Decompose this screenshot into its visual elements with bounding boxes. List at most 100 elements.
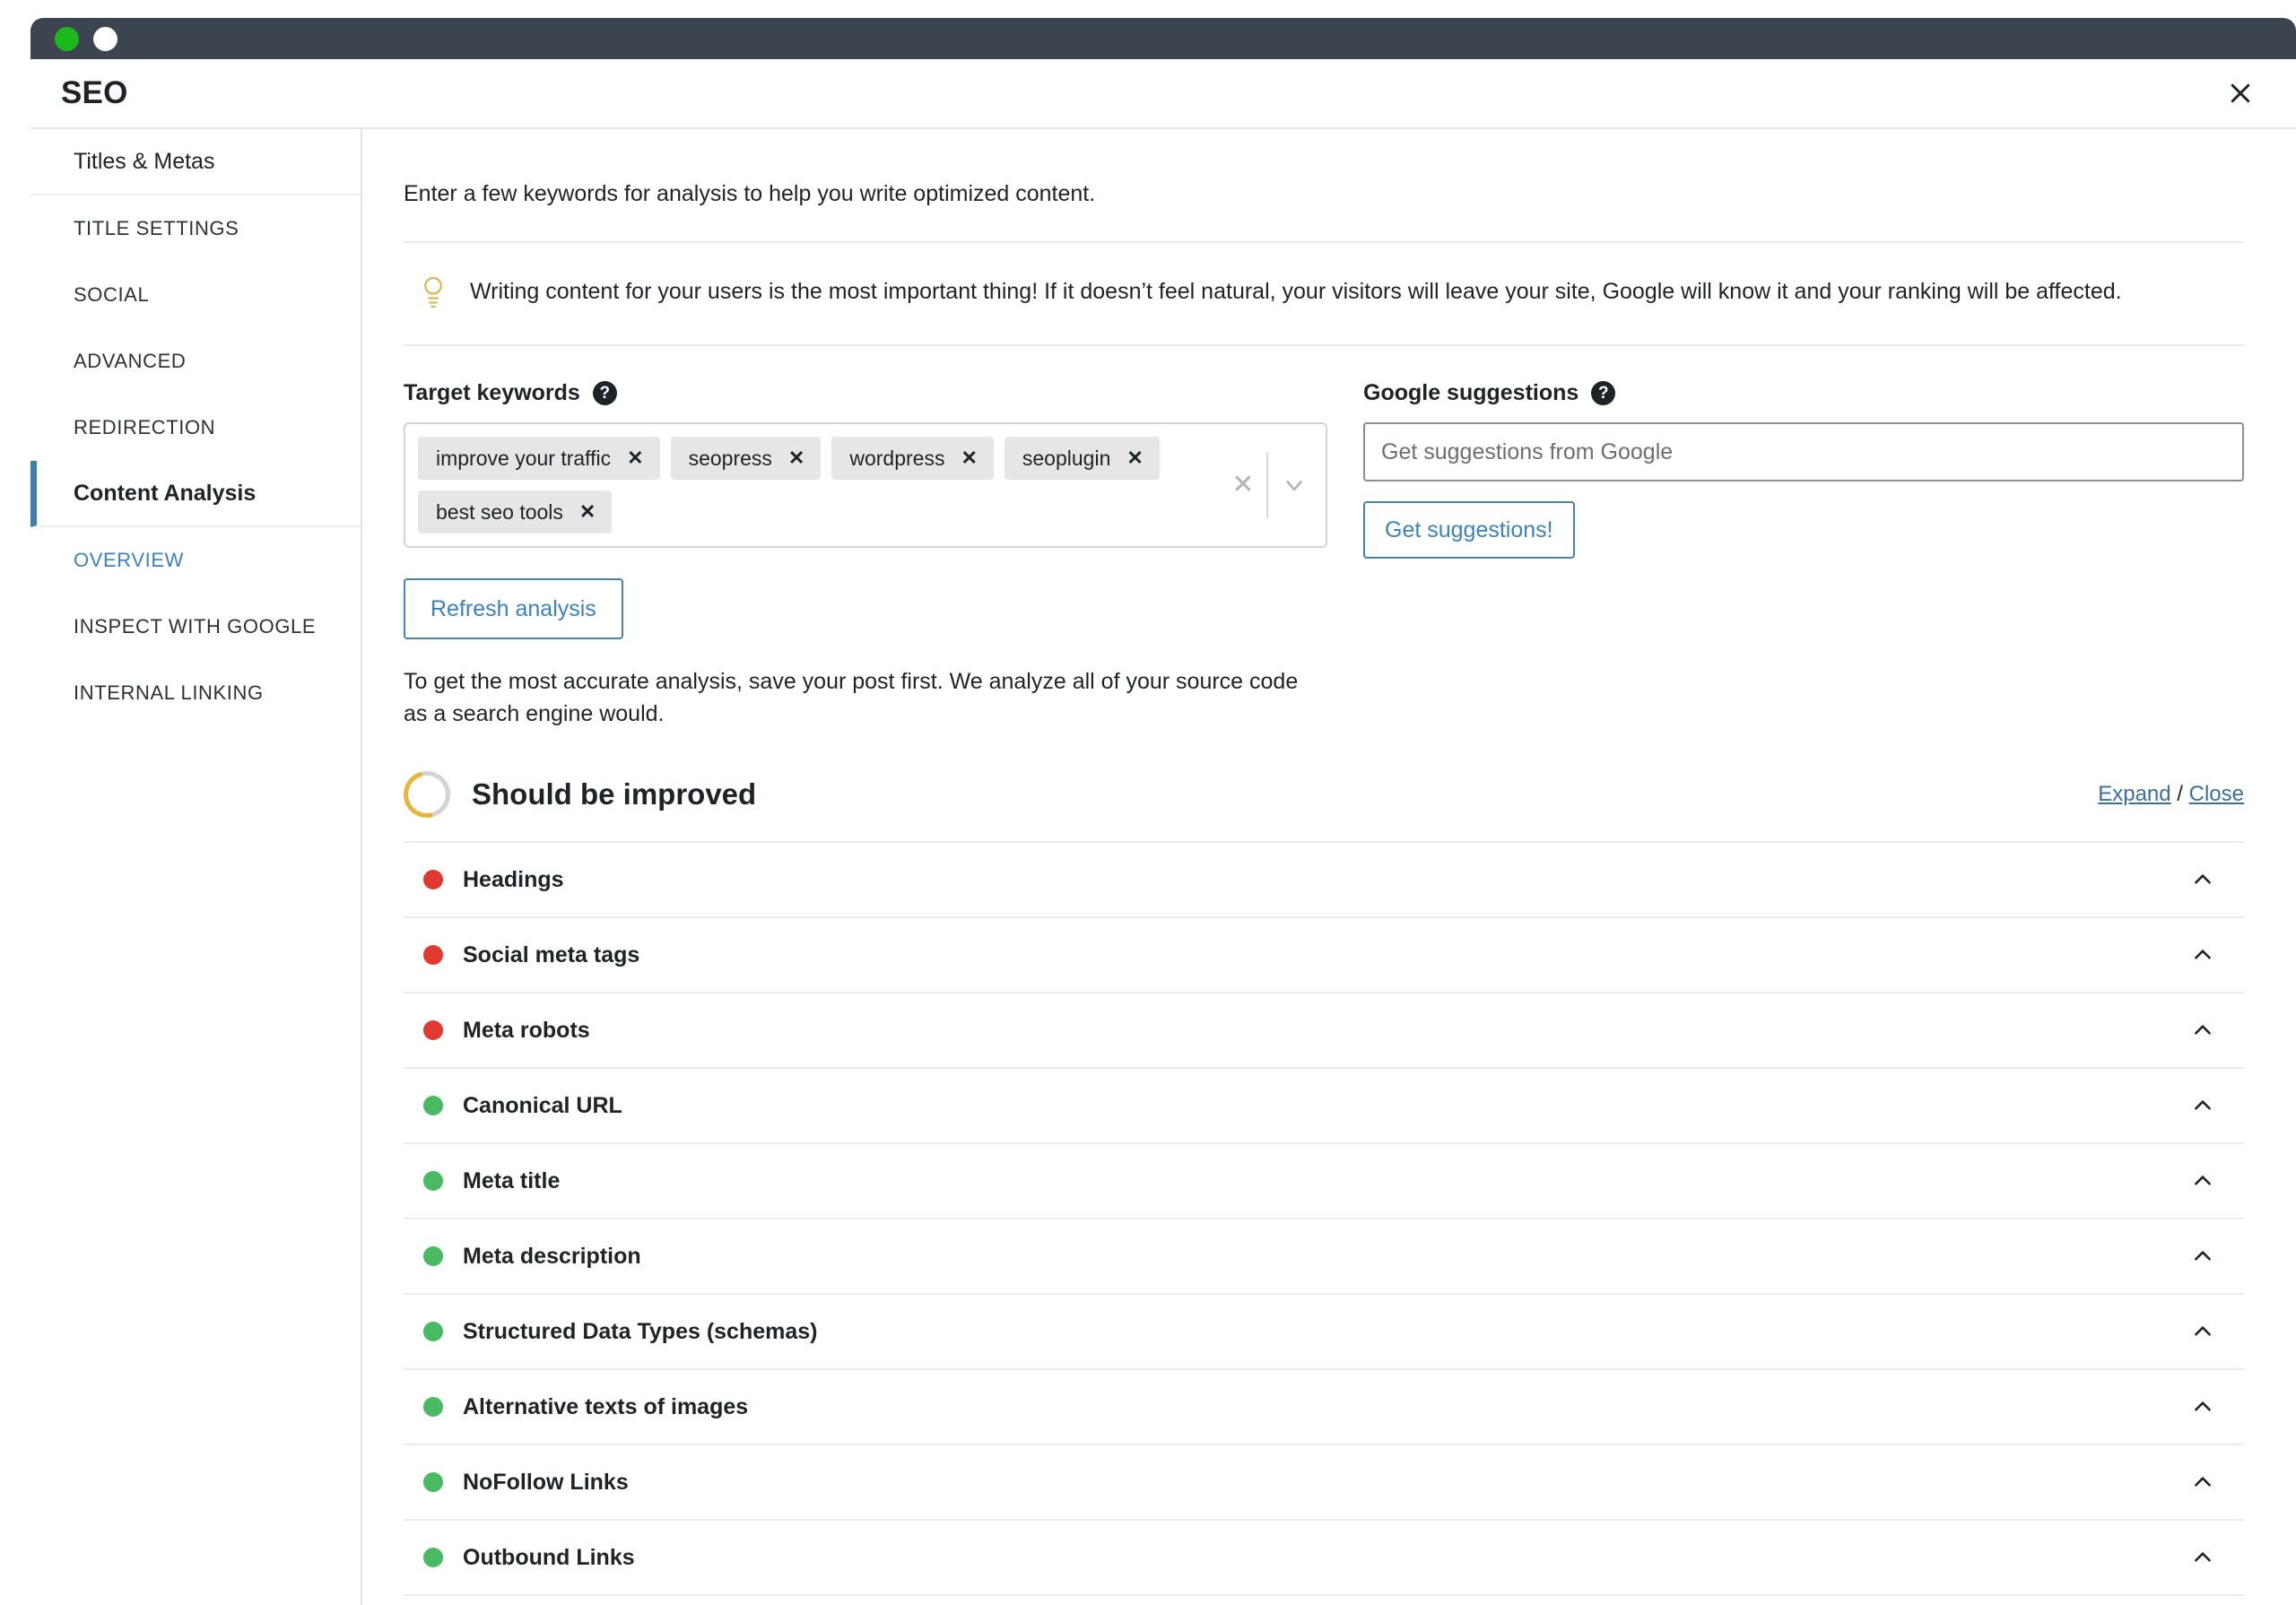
keyword-tag-label: seoplugin bbox=[1022, 446, 1111, 470]
google-suggestions-section: Google suggestions ? Get suggestions! bbox=[1345, 380, 2244, 730]
analysis-row[interactable]: Meta description bbox=[404, 1218, 2244, 1293]
modal-body: Titles & Metas TITLE SETTINGS SOCIAL ADV… bbox=[30, 129, 2296, 1605]
help-icon[interactable]: ? bbox=[1591, 381, 1616, 405]
window-titlebar bbox=[30, 18, 2296, 59]
intro-text: Enter a few keywords for analysis to hel… bbox=[404, 181, 1096, 206]
links-separator: / bbox=[2170, 782, 2189, 806]
chevron-up-icon[interactable] bbox=[2185, 943, 2221, 967]
chevron-up-icon[interactable] bbox=[2185, 868, 2221, 891]
main-content: Enter a few keywords for analysis to hel… bbox=[362, 129, 2296, 1605]
chevron-up-icon[interactable] bbox=[2185, 1245, 2221, 1268]
analysis-row[interactable]: Meta title bbox=[404, 1142, 2244, 1218]
analysis-row-label: NoFollow Links bbox=[463, 1469, 629, 1495]
analysis-row[interactable]: Outbound Links bbox=[404, 1519, 2244, 1594]
sidebar-item-overview[interactable]: OVERVIEW bbox=[30, 527, 361, 594]
analysis-row-label: Social meta tags bbox=[463, 941, 640, 967]
keywords-controls: ✕ bbox=[1214, 437, 1326, 534]
analysis-row[interactable]: Social meta tags bbox=[404, 916, 2244, 992]
results-toggle-links: Expand / Close bbox=[2098, 782, 2244, 807]
status-badge bbox=[423, 1322, 443, 1341]
green-dot[interactable] bbox=[55, 26, 79, 51]
keyword-tag-label: wordpress bbox=[849, 446, 945, 470]
remove-keyword-icon[interactable]: ✕ bbox=[961, 448, 977, 468]
target-keywords-section: Target keywords ? improve your traffic ✕… bbox=[404, 380, 1327, 730]
chevron-down-icon[interactable] bbox=[1268, 472, 1320, 499]
status-badge bbox=[423, 870, 443, 889]
status-badge bbox=[423, 1397, 443, 1417]
chevron-up-icon[interactable] bbox=[2185, 1471, 2221, 1494]
analysis-row[interactable]: Internal Links bbox=[404, 1594, 2244, 1605]
sidebar-item-social[interactable]: SOCIAL bbox=[30, 262, 361, 328]
modal-header: SEO bbox=[30, 59, 2296, 129]
remove-keyword-icon[interactable]: ✕ bbox=[627, 448, 643, 468]
refresh-analysis-button[interactable]: Refresh analysis bbox=[404, 578, 623, 639]
expand-all-link[interactable]: Expand bbox=[2098, 782, 2170, 806]
sidebar-item-label: Content Analysis bbox=[74, 480, 257, 506]
help-icon[interactable]: ? bbox=[592, 381, 617, 405]
close-icon[interactable] bbox=[2217, 70, 2264, 117]
sidebar-item-title-settings[interactable]: TITLE SETTINGS bbox=[30, 195, 361, 262]
sidebar-item-label: OVERVIEW bbox=[74, 549, 184, 571]
google-suggestions-input[interactable] bbox=[1363, 422, 2244, 482]
analysis-row-left: NoFollow Links bbox=[404, 1470, 629, 1496]
analysis-row[interactable]: Alternative texts of images bbox=[404, 1368, 2244, 1444]
clear-keywords-icon[interactable]: ✕ bbox=[1220, 472, 1266, 499]
remove-keyword-icon[interactable]: ✕ bbox=[1126, 448, 1143, 468]
chevron-up-icon[interactable] bbox=[2185, 1019, 2221, 1042]
sidebar-item-advanced[interactable]: ADVANCED bbox=[30, 328, 361, 395]
chevron-up-icon[interactable] bbox=[2185, 1094, 2221, 1117]
analysis-row-label: Alternative texts of images bbox=[463, 1393, 749, 1419]
analysis-row-label: Outbound Links bbox=[463, 1544, 635, 1570]
keyword-tag[interactable]: seoplugin ✕ bbox=[1004, 437, 1160, 480]
keyword-tag[interactable]: best seo tools ✕ bbox=[418, 490, 613, 534]
analysis-row-label: Headings bbox=[463, 866, 564, 892]
keyword-tag-label: seopress bbox=[688, 446, 772, 470]
analysis-row[interactable]: Canonical URL bbox=[404, 1067, 2244, 1142]
sidebar-item-label: ADVANCED bbox=[74, 350, 187, 372]
sidebar-item-label: REDIRECTION bbox=[74, 416, 216, 438]
sidebar-item-inspect-with-google[interactable]: INSPECT WITH GOOGLE bbox=[30, 594, 361, 660]
analysis-row-label: Meta description bbox=[463, 1243, 641, 1269]
analysis-row-left: Outbound Links bbox=[404, 1545, 635, 1571]
sidebar-item-redirection[interactable]: REDIRECTION bbox=[30, 395, 361, 461]
label-text: Google suggestions bbox=[1363, 380, 1579, 405]
sidebar-item-label: TITLE SETTINGS bbox=[74, 217, 239, 239]
remove-keyword-icon[interactable]: ✕ bbox=[788, 448, 804, 468]
keyword-tag[interactable]: wordpress ✕ bbox=[831, 437, 994, 480]
sidebar-item-label: Titles & Metas bbox=[74, 148, 215, 174]
analysis-row-label: Meta title bbox=[463, 1167, 561, 1193]
results-title: Should be improved bbox=[472, 777, 757, 811]
accuracy-note: To get the most accurate analysis, save … bbox=[404, 669, 1299, 726]
status-badge bbox=[423, 1096, 443, 1115]
analysis-row[interactable]: Headings bbox=[404, 841, 2244, 916]
status-badge bbox=[423, 1472, 443, 1492]
results-header: Should be improved Expand / Close bbox=[395, 730, 2244, 841]
analysis-row-left: Structured Data Types (schemas) bbox=[404, 1319, 818, 1345]
application-window: SEO Titles & Metas TITLE SETTINGS SOCIAL… bbox=[30, 18, 2296, 1605]
sidebar-item-content-analysis[interactable]: Content Analysis bbox=[30, 461, 361, 527]
tip-text: Writing content for your users is the mo… bbox=[470, 279, 2122, 304]
get-suggestions-button[interactable]: Get suggestions! bbox=[1363, 501, 1575, 559]
analysis-row[interactable]: Structured Data Types (schemas) bbox=[404, 1293, 2244, 1368]
chevron-up-icon[interactable] bbox=[2185, 1546, 2221, 1569]
chevron-up-icon[interactable] bbox=[2185, 1395, 2221, 1418]
analysis-row[interactable]: Meta robots bbox=[404, 992, 2244, 1067]
remove-keyword-icon[interactable]: ✕ bbox=[579, 502, 596, 522]
close-all-link[interactable]: Close bbox=[2189, 782, 2244, 806]
keywords-input-box[interactable]: improve your traffic ✕ seopress ✕ wordpr… bbox=[404, 422, 1327, 548]
chevron-up-icon[interactable] bbox=[2185, 1169, 2221, 1193]
keyword-tag[interactable]: seopress ✕ bbox=[670, 437, 822, 480]
google-suggestions-label: Google suggestions ? bbox=[1363, 380, 2244, 406]
keyword-tag[interactable]: improve your traffic ✕ bbox=[418, 437, 660, 480]
analysis-row-left: Meta robots bbox=[404, 1018, 590, 1044]
sidebar-item-titles-metas[interactable]: Titles & Metas bbox=[30, 129, 361, 195]
white-dot[interactable] bbox=[93, 26, 117, 51]
analysis-row-left: Social meta tags bbox=[404, 942, 639, 968]
analysis-row[interactable]: NoFollow Links bbox=[404, 1444, 2244, 1519]
analysis-row-label: Meta robots bbox=[463, 1017, 590, 1043]
analysis-row-left: Alternative texts of images bbox=[404, 1394, 748, 1420]
analysis-row-label: Structured Data Types (schemas) bbox=[463, 1318, 818, 1344]
sidebar-item-internal-linking[interactable]: INTERNAL LINKING bbox=[30, 660, 361, 726]
score-ring-icon bbox=[395, 762, 459, 827]
chevron-up-icon[interactable] bbox=[2185, 1320, 2221, 1343]
